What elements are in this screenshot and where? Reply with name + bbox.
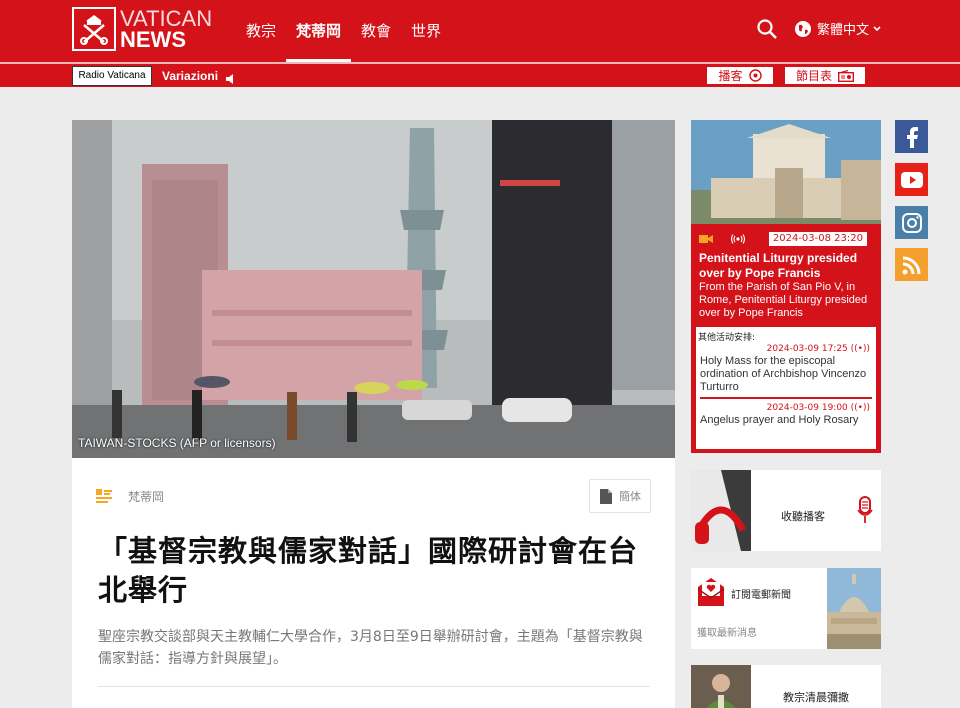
mail-heart-icon <box>697 577 725 611</box>
logo-line1: VATICAN <box>120 6 213 31</box>
youtube-icon[interactable] <box>895 163 928 196</box>
live-event-card[interactable]: 2024-03-08 23:20 Penitential Liturgy pre… <box>691 120 881 453</box>
simplified-label: 簡体 <box>619 490 641 503</box>
globe-icon <box>795 20 811 37</box>
top-header: VATICAN NEWS 教宗 梵蒂岡 教會 世界 繁體中文 <box>0 0 960 62</box>
event-title[interactable]: Penitential Liturgy presided over by Pop… <box>699 251 877 281</box>
document-icon <box>600 488 612 504</box>
podcast-card[interactable]: 收聽播客 <box>691 470 881 551</box>
divider <box>98 686 650 687</box>
facebook-icon[interactable] <box>895 120 928 153</box>
language-label: 繁體中文 <box>817 23 870 38</box>
morning-mass-label: 教宗清晨彌撒 <box>783 691 849 704</box>
newsletter-card[interactable]: 訂閱電郵新聞 獲取最新消息 <box>691 568 881 649</box>
papal-keys-icon <box>72 7 116 51</box>
upcoming-events: 其他活动安排: 2024-03-09 17:25 ((•)) Holy Mass… <box>696 327 876 449</box>
event-date: 2024-03-08 23:20 <box>768 232 867 246</box>
article-summary: 聖座宗教交談部與天主教輔仁大學合作，3月8日至9日舉辦研討會，主題為「基督宗教與… <box>98 629 643 667</box>
schedule-label: 節目表 <box>795 69 832 83</box>
variations-link[interactable]: Variazioni <box>162 67 218 85</box>
upcoming-date: 2024-03-09 17:25 ((•)) <box>766 344 870 354</box>
podcast-button[interactable]: 播客 <box>707 67 773 84</box>
nav-item-world[interactable]: 世界 <box>401 0 451 62</box>
nav-item-vatican[interactable]: 梵蒂岡 <box>286 0 352 62</box>
event-meta-row: 2024-03-08 23:20 <box>697 232 877 246</box>
upcoming-date: 2024-03-09 19:00 ((•)) <box>766 403 870 413</box>
schedule-button[interactable]: 節目表 <box>785 67 865 84</box>
nav-item-pope[interactable]: 教宗 <box>236 0 286 62</box>
taipei-street-photo <box>72 120 675 458</box>
image-caption: TAIWAN-STOCKS (AFP or licensors) <box>78 436 276 450</box>
event-description: From the Parish of San Pio V, in Rome, P… <box>699 281 868 319</box>
news-list-icon <box>96 488 112 507</box>
podcast-icon <box>748 69 762 82</box>
divider <box>700 397 872 399</box>
rss-icon[interactable] <box>895 248 928 281</box>
article-title: 「基督宗教與儒家對話」國際研討會在台北舉行 <box>98 534 639 607</box>
nav-item-church[interactable]: 教會 <box>351 0 401 62</box>
radio-icon <box>838 69 854 82</box>
church-photo <box>691 120 881 224</box>
upcoming-label: 其他活动安排: <box>698 333 756 343</box>
instagram-icon[interactable] <box>895 206 928 239</box>
logo-line2: NEWS <box>120 27 186 52</box>
st-peters-photo <box>827 568 881 649</box>
search-icon[interactable] <box>756 18 780 42</box>
upcoming-title: Angelus prayer and Holy Rosary <box>700 414 859 426</box>
microphone-icon <box>857 496 873 528</box>
video-camera-icon <box>699 235 713 243</box>
pope-photo <box>691 665 751 708</box>
newsletter-subtitle: 獲取最新消息 <box>697 628 757 639</box>
vatican-news-logo[interactable]: VATICAN NEWS <box>72 7 212 51</box>
podcast-label: 收聽播客 <box>781 510 825 523</box>
upcoming-title: Holy Mass for the episcopal ordination o… <box>700 355 867 393</box>
broadcast-icon <box>731 234 745 244</box>
speaker-icon[interactable] <box>225 70 237 89</box>
radio-vaticana-button[interactable]: Radio Vaticana <box>72 66 152 86</box>
headphones-photo <box>691 470 751 551</box>
language-selector[interactable]: 繁體中文 <box>794 19 882 38</box>
chevron-down-icon <box>873 25 881 31</box>
morning-mass-card[interactable]: 教宗清晨彌撒 <box>691 665 881 708</box>
main-nav: 教宗 梵蒂岡 教會 世界 <box>236 0 451 62</box>
list-item[interactable]: 2024-03-09 17:25 ((•)) Holy Mass for the… <box>700 343 872 394</box>
newsletter-title: 訂閱電郵新聞 <box>731 590 791 601</box>
category-label[interactable]: 梵蒂岡 <box>128 488 164 505</box>
article-card: 梵蒂岡 簡体 「基督宗教與儒家對話」國際研討會在台北舉行 聖座宗教交談部與天主教… <box>72 458 675 708</box>
article-hero-image: TAIWAN-STOCKS (AFP or licensors) <box>72 120 675 458</box>
podcast-label: 播客 <box>718 69 743 83</box>
simplified-chinese-button[interactable]: 簡体 <box>589 479 651 513</box>
list-item[interactable]: 2024-03-09 19:00 ((•)) Angelus prayer an… <box>700 402 872 427</box>
radio-bar: Radio Vaticana Variazioni 播客 節目表 <box>0 62 960 87</box>
